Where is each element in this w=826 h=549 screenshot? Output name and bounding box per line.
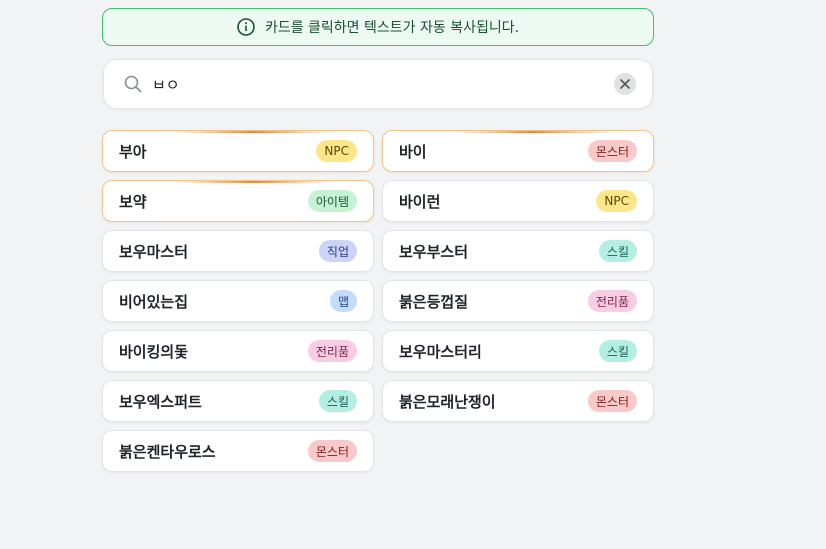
category-badge: 스킬 bbox=[598, 240, 637, 262]
card-name: 비어있는집 bbox=[119, 292, 189, 311]
result-card[interactable]: 붉은등껍질 전리품 bbox=[382, 280, 654, 322]
card-name: 보우마스터 bbox=[119, 242, 189, 261]
copy-hint-text: 카드를 클릭하면 텍스트가 자동 복사됩니다. bbox=[264, 20, 520, 36]
clear-search-button[interactable] bbox=[614, 73, 636, 95]
category-badge: 몬스터 bbox=[587, 390, 637, 412]
card-name: 바이킹의돛 bbox=[119, 342, 189, 361]
result-card[interactable]: 보우엑스퍼트 스킬 bbox=[102, 380, 374, 422]
card-name: 보우부스터 bbox=[399, 242, 469, 261]
search-icon bbox=[124, 75, 142, 93]
card-name: 보약 bbox=[119, 192, 147, 211]
search-bar bbox=[103, 59, 653, 109]
card-name: 보우엑스퍼트 bbox=[119, 392, 202, 411]
result-card[interactable]: 붉은모래난쟁이 몬스터 bbox=[382, 380, 654, 422]
result-card[interactable]: 붉은켄타우로스 몬스터 bbox=[102, 430, 374, 472]
category-badge: 전리품 bbox=[587, 290, 637, 312]
card-name: 바이 bbox=[399, 142, 427, 161]
info-icon bbox=[237, 18, 255, 36]
category-badge: NPC bbox=[596, 190, 637, 212]
results-grid: 부아 NPC 바이 몬스터 보약 아이템 바이런 NPC 보우마스터 직업 보우부스터 스킬… bbox=[102, 130, 654, 472]
category-badge: 스킬 bbox=[598, 340, 637, 362]
card-name: 바이런 bbox=[399, 192, 441, 211]
category-badge: 몬스터 bbox=[307, 440, 357, 462]
category-badge: 전리품 bbox=[307, 340, 357, 362]
result-card[interactable]: 보우마스터리 스킬 bbox=[382, 330, 654, 372]
category-badge: 스킬 bbox=[318, 390, 357, 412]
card-name: 붉은모래난쟁이 bbox=[399, 392, 496, 411]
card-name: 붉은등껍질 bbox=[399, 292, 469, 311]
category-badge: 몬스터 bbox=[587, 140, 637, 162]
result-card[interactable]: 보우부스터 스킬 bbox=[382, 230, 654, 272]
category-badge: 맵 bbox=[329, 290, 357, 312]
result-card[interactable]: 비어있는집 맵 bbox=[102, 280, 374, 322]
result-card[interactable]: 바이런 NPC bbox=[382, 180, 654, 222]
result-card[interactable]: 부아 NPC bbox=[102, 130, 374, 172]
result-card[interactable]: 보약 아이템 bbox=[102, 180, 374, 222]
category-badge: 아이템 bbox=[307, 190, 357, 212]
category-badge: 직업 bbox=[318, 240, 357, 262]
result-card[interactable]: 바이킹의돛 전리품 bbox=[102, 330, 374, 372]
card-name: 부아 bbox=[119, 142, 147, 161]
result-card[interactable]: 바이 몬스터 bbox=[382, 130, 654, 172]
card-name: 보우마스터리 bbox=[399, 342, 482, 361]
category-badge: NPC bbox=[316, 140, 357, 162]
search-input[interactable] bbox=[152, 75, 614, 93]
result-card[interactable]: 보우마스터 직업 bbox=[102, 230, 374, 272]
card-name: 붉은켄타우로스 bbox=[119, 442, 216, 461]
copy-hint-banner: 카드를 클릭하면 텍스트가 자동 복사됩니다. bbox=[102, 8, 654, 46]
close-icon bbox=[620, 79, 630, 89]
